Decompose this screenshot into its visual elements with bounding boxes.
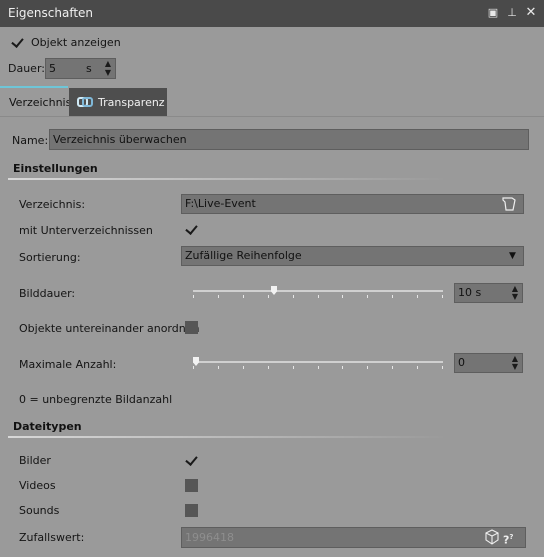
settings-header: Einstellungen	[13, 162, 98, 175]
image-duration-value: 10 s	[458, 286, 482, 299]
slider-tick	[243, 295, 244, 298]
dropdown-arrow-icon: ▼	[509, 251, 516, 261]
slider-tick	[367, 366, 368, 369]
slider-track	[193, 290, 443, 292]
slider-tick	[367, 295, 368, 298]
slider-tick	[218, 295, 219, 298]
duration-value: 5	[49, 62, 56, 75]
slider-tick	[293, 366, 294, 369]
slider-tick	[193, 366, 194, 369]
filetypes-header: Dateitypen	[13, 420, 82, 433]
tab-divider	[0, 116, 544, 117]
sort-value: Zufällige Reihenfolge	[185, 249, 302, 262]
slider-tick	[318, 295, 319, 298]
slider-tick	[392, 295, 393, 298]
tab-verzeichnis[interactable]: Verzeichnis	[0, 88, 72, 116]
image-duration-field[interactable]: 10 s ▲ ▼	[454, 283, 523, 303]
slider-thumb[interactable]	[271, 286, 277, 295]
slider-track	[193, 361, 443, 363]
slider-tick	[218, 366, 219, 369]
tab-transparenz-label: Transparenz	[98, 96, 165, 109]
help-icon[interactable]: ??	[503, 528, 513, 550]
subdirs-checkbox[interactable]	[185, 223, 198, 236]
duration-field[interactable]: 5 s ▲ ▼	[45, 58, 116, 79]
slider-tick	[342, 295, 343, 298]
settings-divider	[8, 178, 448, 180]
max-count-value: 0	[458, 356, 465, 369]
slider-tick	[293, 295, 294, 298]
show-object-checkbox[interactable]	[11, 36, 24, 49]
slider-tick	[417, 295, 418, 298]
image-duration-slider[interactable]	[193, 284, 443, 300]
duration-unit: s	[86, 62, 92, 75]
arrange-checkbox[interactable]	[185, 321, 198, 334]
slider-tick	[442, 295, 443, 298]
random-placeholder: 1996418	[185, 531, 234, 544]
title-bar: Eigenschaften ▣ ⊥ ✕	[0, 0, 544, 27]
random-input[interactable]: 1996418 ??	[181, 527, 526, 548]
slider-tick	[193, 295, 194, 298]
dice-icon[interactable]	[484, 529, 500, 545]
show-object-label: Objekt anzeigen	[31, 36, 121, 49]
slider-tick	[342, 366, 343, 369]
arrange-label: Objekte untereinander anordnen	[19, 322, 200, 335]
folder-browse-icon[interactable]	[500, 196, 518, 212]
slider-tick	[268, 366, 269, 369]
images-checkbox[interactable]	[185, 454, 198, 467]
duration-label: Dauer:	[8, 62, 45, 75]
spin-up-icon[interactable]: ▲	[102, 60, 114, 68]
name-label: Name:	[12, 134, 49, 147]
slider-tick	[417, 366, 418, 369]
image-duration-label: Bilddauer:	[19, 287, 76, 300]
filetypes-divider	[8, 436, 448, 438]
tab-transparenz[interactable]: Transparenz	[69, 88, 167, 116]
random-label: Zufallswert:	[19, 531, 85, 544]
spin-down-icon[interactable]: ▼	[102, 69, 114, 77]
name-value: Verzeichnis überwachen	[53, 133, 187, 146]
directory-label: Verzeichnis:	[19, 198, 86, 211]
max-count-label: Maximale Anzahl:	[19, 358, 117, 371]
spin-down-icon[interactable]: ▼	[509, 293, 521, 301]
transparency-icon	[77, 94, 93, 110]
close-icon[interactable]: ✕	[524, 6, 538, 20]
directory-value: F:\Live-Event	[185, 197, 256, 210]
directory-input[interactable]: F:\Live-Event	[181, 194, 524, 214]
slider-tick	[268, 295, 269, 298]
max-count-slider[interactable]	[193, 355, 443, 371]
sort-label: Sortierung:	[19, 251, 81, 264]
max-count-field[interactable]: 0 ▲ ▼	[454, 353, 523, 373]
videos-label: Videos	[19, 479, 56, 492]
restore-icon[interactable]: ▣	[486, 6, 500, 20]
window-title: Eigenschaften	[8, 6, 94, 20]
subdirs-label: mit Unterverzeichnissen	[19, 224, 153, 237]
slider-tick	[318, 366, 319, 369]
tab-verzeichnis-label: Verzeichnis	[9, 96, 72, 109]
sounds-label: Sounds	[19, 504, 60, 517]
pin-icon[interactable]: ⊥	[505, 6, 519, 20]
slider-tick	[442, 366, 443, 369]
slider-tick	[243, 366, 244, 369]
images-label: Bilder	[19, 454, 51, 467]
sounds-checkbox[interactable]	[185, 504, 198, 517]
videos-checkbox[interactable]	[185, 479, 198, 492]
slider-tick	[392, 366, 393, 369]
name-input[interactable]: Verzeichnis überwachen	[49, 129, 529, 150]
hint-text: 0 = unbegrenzte Bildanzahl	[19, 393, 173, 406]
spin-down-icon[interactable]: ▼	[509, 363, 521, 371]
sort-select[interactable]: Zufällige Reihenfolge ▼	[181, 246, 524, 266]
slider-thumb[interactable]	[193, 357, 199, 366]
